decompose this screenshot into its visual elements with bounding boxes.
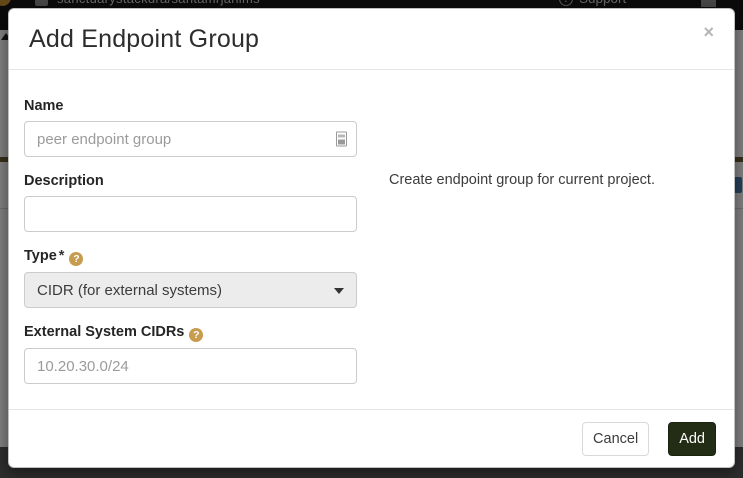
cidrs-field-group: External System CIDRs?	[24, 324, 357, 384]
type-selected-value: CIDR (for external systems)	[37, 281, 223, 299]
modal-header: Add Endpoint Group ×	[9, 9, 734, 70]
description-field-group: Description	[24, 173, 357, 232]
caret-down-icon	[334, 288, 344, 294]
name-input[interactable]	[24, 121, 357, 157]
type-label: Type *?	[24, 248, 357, 266]
autofill-icon	[336, 131, 347, 147]
cancel-button[interactable]: Cancel	[582, 421, 650, 456]
side-description: Create endpoint group for current projec…	[389, 172, 655, 188]
description-input[interactable]	[24, 196, 357, 232]
name-field-group: Name	[24, 98, 357, 157]
name-label: Name	[24, 98, 64, 114]
modal-footer: Cancel Add	[9, 409, 734, 467]
add-button[interactable]: Add	[668, 421, 716, 456]
cidrs-input[interactable]	[24, 348, 357, 384]
required-marker: *	[58, 248, 65, 264]
add-endpoint-group-modal: Add Endpoint Group × Name Description T	[8, 8, 735, 468]
description-label: Description	[24, 173, 104, 189]
endpoint-group-form: Name Description Type*? CIDR (for extern…	[24, 98, 357, 384]
screen: sanctuarystackdra/santamrjanims ? Suppor…	[0, 0, 743, 478]
type-help-icon[interactable]: ?	[69, 252, 84, 266]
modal-title: Add Endpoint Group	[29, 24, 260, 53]
close-icon[interactable]: ×	[699, 21, 718, 43]
cidrs-label: External System CIDRs?	[24, 324, 357, 342]
modal-body: Name Description Type*? CIDR (for extern…	[9, 70, 734, 409]
cidrs-help-icon[interactable]: ?	[189, 328, 204, 342]
type-field-group: Type *? CIDR (for external systems)	[24, 248, 357, 308]
type-select[interactable]: CIDR (for external systems)	[24, 272, 357, 308]
